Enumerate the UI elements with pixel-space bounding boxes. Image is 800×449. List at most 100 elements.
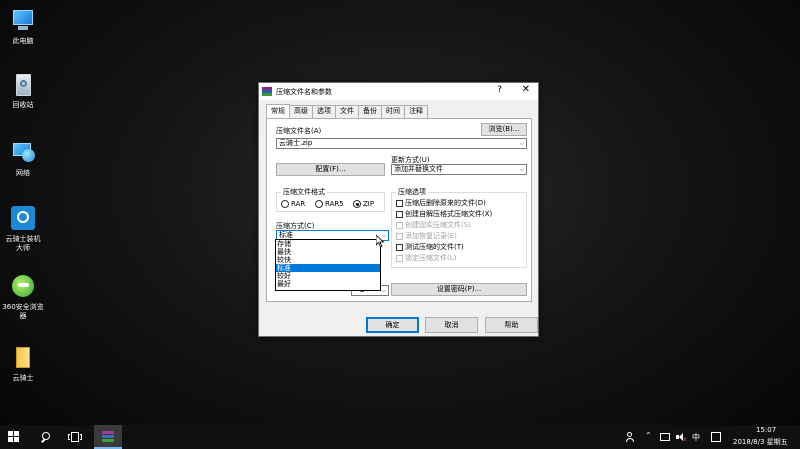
radio-icon: [281, 200, 289, 208]
format-radio-zip[interactable]: ZIP: [353, 200, 374, 208]
taskbar-winrar-app[interactable]: [94, 425, 122, 449]
method-option-normal[interactable]: 标准: [276, 264, 380, 272]
help-button[interactable]: 帮助: [485, 317, 538, 333]
desktop-icon-label-line1: 云骑士装机: [5, 235, 41, 243]
winrar-icon: [262, 87, 272, 96]
option-label: 添加恢复记录(E): [405, 232, 457, 240]
archive-format-group: 压缩文件格式 RAR RAR5 ZIP: [276, 188, 385, 212]
format-label: RAR5: [325, 200, 344, 208]
update-mode-value: 添加并替换文件: [394, 165, 443, 173]
people-icon[interactable]: [626, 432, 636, 442]
action-center-icon[interactable]: [711, 432, 721, 442]
archive-name-label: 压缩文件名(A): [276, 127, 322, 135]
mouse-cursor-icon: [376, 235, 385, 248]
update-mode-select[interactable]: 添加并替换文件 ⌵: [391, 164, 527, 175]
option-lock-archive: 锁定压缩文件(L): [396, 254, 456, 263]
ok-button[interactable]: 确定: [366, 317, 419, 333]
option-create-sfx[interactable]: 创建自解压格式压缩文件(X): [396, 210, 492, 219]
desktop-icon-label: 云骑士: [12, 374, 34, 382]
tab-backup[interactable]: 备份: [358, 105, 382, 118]
desktop-icon-label-line2: 大师: [16, 244, 30, 252]
option-label: 压缩后删除原来的文件(D): [405, 199, 486, 207]
winrar-icon: [102, 431, 114, 442]
desktop-icon-label-line2: 器: [19, 312, 27, 320]
method-option-best[interactable]: 最好: [276, 280, 380, 288]
profiles-button[interactable]: 配置(F)...: [276, 163, 385, 176]
chevron-down-icon: ⌵: [381, 287, 386, 294]
taskbar: ⌃ x 中 15:07 2018/8/3 星期五: [0, 425, 800, 449]
desktop-icon-network[interactable]: 网络: [0, 140, 46, 178]
tab-options[interactable]: 选项: [312, 105, 336, 118]
browse-button[interactable]: 浏览(B)...: [481, 123, 527, 136]
radio-icon: [315, 200, 323, 208]
option-label: 测试压缩的文件(T): [405, 243, 464, 251]
chevron-down-icon[interactable]: ⌵: [519, 139, 524, 148]
set-password-button[interactable]: 设置密码(P)...: [391, 283, 527, 296]
compression-method-value: 标准: [279, 231, 293, 239]
archive-options-group: 压缩选项 压缩后删除原来的文件(D) 创建自解压格式压缩文件(X) 创建固实压缩…: [391, 188, 527, 268]
desktop-icon-label: 此电脑: [12, 37, 34, 45]
archive-format-title: 压缩文件格式: [281, 188, 327, 197]
checkbox-icon: [396, 199, 403, 207]
desktop-icon-label: 回收站: [12, 101, 34, 109]
option-label: 锁定压缩文件(L): [405, 254, 457, 262]
ime-indicator[interactable]: 中: [692, 432, 700, 443]
dialog-title: 压缩文件名和参数: [276, 87, 332, 96]
option-add-recovery-record: 添加恢复记录(E): [396, 232, 457, 241]
network-tray-icon[interactable]: [660, 433, 670, 441]
dialog-titlebar[interactable]: 压缩文件名和参数 ? ✕: [259, 83, 538, 100]
desktop-icon-label: 网络: [16, 169, 30, 177]
checkbox-icon: [396, 254, 403, 262]
desktop-icon-label-line1: 360安全浏览: [2, 303, 44, 311]
network-icon: [10, 140, 36, 166]
tab-advanced[interactable]: 高级: [289, 105, 313, 118]
clock-date[interactable]: 2018/8/3 星期五: [733, 437, 788, 447]
archive-options-title: 压缩选项: [396, 188, 428, 197]
desktop-icon-yunqishi-folder[interactable]: 云骑士: [0, 345, 46, 383]
option-test-archived-files[interactable]: 测试压缩的文件(T): [396, 243, 464, 252]
cancel-button[interactable]: 取消: [425, 317, 478, 333]
archive-name-value: 云骑士.zip: [279, 139, 313, 147]
360-browser-icon: [10, 274, 36, 300]
close-icon[interactable]: ✕: [522, 84, 530, 95]
yunqishi-installer-icon: [10, 206, 36, 232]
checkbox-icon: [396, 232, 403, 240]
task-view-icon[interactable]: [68, 432, 82, 442]
help-icon[interactable]: ?: [497, 85, 502, 95]
method-option-fast[interactable]: 较快: [276, 256, 380, 264]
desktop-icon-yunqishi-installer[interactable]: 云骑士装机 大师: [0, 206, 46, 253]
tab-time[interactable]: 时间: [381, 105, 405, 118]
compression-method-dropdown-list: 存储 最快 较快 标准 较好 最好: [275, 239, 381, 291]
desktop-icon-recycle-bin[interactable]: 回收站: [0, 72, 46, 110]
format-radio-rar[interactable]: RAR: [281, 200, 305, 208]
chevron-down-icon: ⌵: [519, 166, 524, 173]
windows-start-icon[interactable]: [8, 431, 20, 443]
option-label: 创建固实压缩文件(S): [405, 221, 471, 229]
format-radio-rar5[interactable]: RAR5: [315, 200, 344, 208]
folder-icon: [10, 345, 36, 371]
chevron-up-icon[interactable]: ⌃: [645, 431, 652, 440]
desktop-icon-this-pc[interactable]: 此电脑: [0, 8, 46, 46]
option-create-solid: 创建固实压缩文件(S): [396, 221, 471, 230]
desktop-icon-360-browser[interactable]: 360安全浏览 器: [0, 274, 46, 321]
clock-time[interactable]: 15:07: [756, 426, 776, 434]
tab-comment[interactable]: 注释: [404, 105, 428, 118]
computer-icon: [10, 8, 36, 34]
search-icon[interactable]: [40, 431, 52, 443]
option-label: 创建自解压格式压缩文件(X): [405, 210, 493, 218]
speaker-muted-icon[interactable]: x: [676, 432, 687, 443]
checkbox-icon: [396, 243, 403, 251]
tab-files[interactable]: 文件: [335, 105, 359, 118]
checkbox-icon: [396, 221, 403, 229]
recycle-bin-icon: [10, 72, 36, 98]
archive-name-input[interactable]: 云骑士.zip ⌵: [276, 138, 527, 149]
method-option-fastest[interactable]: 最快: [276, 248, 380, 256]
archive-name-and-parameters-dialog: 压缩文件名和参数 ? ✕ 常规 高级 选项 文件 备份 时间 注释 压缩文件名(…: [258, 82, 539, 337]
tab-general[interactable]: 常规: [266, 104, 290, 118]
checkbox-icon: [396, 210, 403, 218]
tab-strip: 常规 高级 选项 文件 备份 时间 注释: [266, 104, 428, 118]
method-option-store[interactable]: 存储: [276, 240, 380, 248]
format-label: ZIP: [363, 200, 375, 208]
method-option-good[interactable]: 较好: [276, 272, 380, 280]
option-delete-after-archiving[interactable]: 压缩后删除原来的文件(D): [396, 199, 486, 208]
